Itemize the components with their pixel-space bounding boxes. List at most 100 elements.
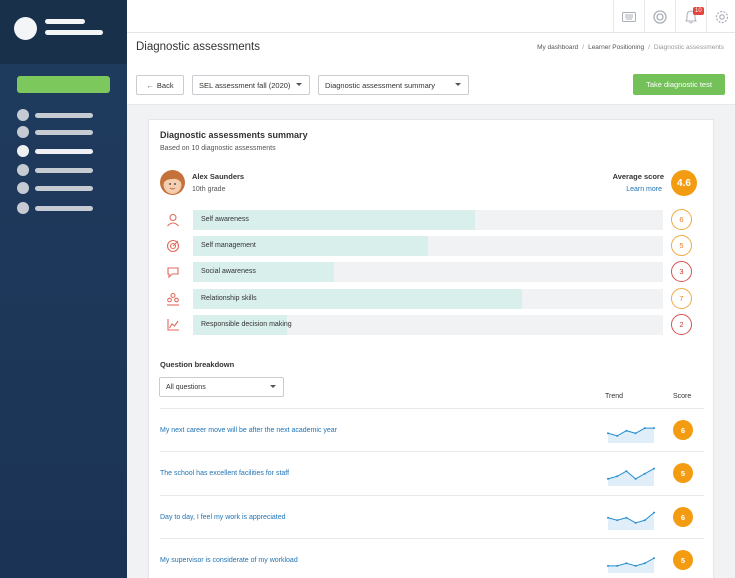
sparkline-point bbox=[653, 427, 655, 430]
question-row[interactable]: My next career move will be after the ne… bbox=[160, 408, 704, 451]
category-score: 5 bbox=[671, 235, 692, 256]
sparkline-point bbox=[616, 434, 619, 437]
page-header: Diagnostic assessments My dashboard / Lear… bbox=[127, 33, 735, 105]
question-score: 6 bbox=[673, 507, 693, 527]
category-label: Self awareness bbox=[201, 216, 249, 223]
category-row: Relationship skills 7 bbox=[160, 288, 695, 309]
category-track: Responsible decision making bbox=[193, 315, 663, 335]
summary-card: Diagnostic assessments summary Based on … bbox=[148, 119, 714, 578]
sidebar-item[interactable] bbox=[17, 202, 117, 214]
sparkline-point bbox=[625, 562, 628, 565]
assessment-select[interactable]: SEL assessment fall (2020) bbox=[192, 75, 310, 95]
category-score: 7 bbox=[671, 288, 692, 309]
sparkline-point bbox=[625, 429, 628, 432]
trend-column-header: Trend bbox=[605, 393, 624, 400]
sidebar-item[interactable] bbox=[17, 164, 117, 176]
person-icon bbox=[167, 213, 179, 227]
breadcrumb-dashboard[interactable]: My dashboard bbox=[537, 44, 578, 51]
view-select[interactable]: Diagnostic assessment summary bbox=[318, 75, 469, 95]
gear-icon[interactable] bbox=[706, 0, 735, 33]
sparkline-point bbox=[653, 467, 655, 470]
sparkline-point bbox=[634, 521, 637, 524]
category-score: 2 bbox=[671, 314, 692, 335]
notification-badge: 10 bbox=[693, 7, 704, 15]
category-row: Self awareness 6 bbox=[160, 209, 695, 230]
category-track: Self management bbox=[193, 236, 663, 256]
chevron-down-icon bbox=[455, 83, 461, 86]
category-label: Relationship skills bbox=[201, 295, 257, 302]
bell-icon[interactable]: 10 bbox=[675, 0, 706, 33]
question-link[interactable]: My supervisor is considerate of my workl… bbox=[160, 557, 298, 564]
profile-name-placeholder bbox=[45, 19, 85, 24]
learn-more-link[interactable]: Learn more bbox=[626, 186, 662, 193]
question-filter-select[interactable]: All questions bbox=[159, 377, 284, 397]
question-row[interactable]: Day to day, I feel my work is appreciate… bbox=[160, 495, 704, 538]
take-diagnostic-test-button[interactable]: Take diagnostic test bbox=[633, 74, 725, 95]
student-avatar bbox=[160, 170, 185, 195]
score-column-header: Score bbox=[673, 393, 692, 400]
trend-sparkline bbox=[607, 427, 655, 443]
trend-sparkline bbox=[607, 557, 655, 573]
sparkline-point bbox=[607, 516, 609, 519]
sparkline-point bbox=[653, 511, 655, 514]
category-row: Responsible decision making 2 bbox=[160, 314, 695, 335]
sparkline-point bbox=[643, 562, 646, 565]
trend-sparkline bbox=[607, 511, 655, 530]
category-score: 6 bbox=[671, 209, 692, 230]
sparkline-area bbox=[608, 512, 654, 530]
question-score: 6 bbox=[673, 420, 693, 440]
sparkline-point bbox=[643, 427, 646, 430]
question-link[interactable]: My next career move will be after the ne… bbox=[160, 427, 337, 434]
sparkline-point bbox=[643, 472, 646, 475]
sidebar-item-active[interactable] bbox=[17, 145, 117, 157]
sparkline-point bbox=[625, 470, 628, 473]
sidebar-item[interactable] bbox=[17, 109, 117, 121]
sparkline-point bbox=[634, 564, 637, 567]
question-row[interactable]: My supervisor is considerate of my workl… bbox=[160, 538, 704, 578]
summary-title: Diagnostic assessments summary bbox=[160, 130, 308, 140]
category-label: Self management bbox=[201, 242, 256, 249]
question-row[interactable]: The school has excellent facilities for … bbox=[160, 451, 704, 494]
sidebar-primary-button[interactable] bbox=[17, 76, 110, 93]
top-bar: 10 bbox=[127, 0, 735, 33]
category-label: Social awareness bbox=[201, 268, 256, 275]
question-link[interactable]: Day to day, I feel my work is appreciate… bbox=[160, 514, 286, 521]
breadcrumb-current: Diagnostic assessments bbox=[653, 44, 724, 51]
student-name: Alex Saunders bbox=[192, 172, 245, 181]
category-label: Responsible decision making bbox=[201, 321, 292, 328]
sparkline-point bbox=[607, 564, 609, 567]
sparkline-point bbox=[607, 432, 609, 435]
chevron-down-icon bbox=[296, 83, 302, 86]
profile-role-placeholder bbox=[45, 30, 103, 35]
question-link[interactable]: The school has excellent facilities for … bbox=[160, 470, 289, 477]
sidebar-item[interactable] bbox=[17, 182, 117, 194]
keyboard-icon[interactable] bbox=[613, 0, 644, 33]
people-icon bbox=[167, 292, 179, 306]
chat-icon bbox=[167, 267, 179, 279]
avatar[interactable] bbox=[14, 17, 37, 40]
help-icon[interactable] bbox=[644, 0, 675, 33]
category-track: Relationship skills bbox=[193, 289, 663, 309]
summary-subtitle: Based on 10 diagnostic assessments bbox=[160, 145, 276, 152]
sparkline-point bbox=[625, 516, 628, 519]
arrow-left-icon: ← bbox=[146, 80, 154, 90]
sidebar-item[interactable] bbox=[17, 126, 117, 138]
breadcrumb-learner-positioning[interactable]: Learner Positioning bbox=[588, 44, 644, 51]
average-score-label: Average score bbox=[612, 172, 664, 181]
back-button[interactable]: ← Back bbox=[136, 75, 184, 95]
category-track: Self awareness bbox=[193, 210, 663, 230]
sparkline-point bbox=[607, 477, 609, 480]
student-grade: 10th grade bbox=[192, 186, 226, 193]
sparkline-point bbox=[653, 557, 655, 560]
breadcrumb: My dashboard / Learner Positioning / Diagnos… bbox=[537, 44, 724, 51]
sparkline-point bbox=[616, 519, 619, 522]
sparkline-point bbox=[616, 564, 619, 567]
question-breakdown-title: Question breakdown bbox=[160, 360, 235, 369]
chevron-down-icon bbox=[270, 385, 276, 388]
category-score: 3 bbox=[671, 261, 692, 282]
sidebar-profile bbox=[0, 0, 127, 64]
category-row: Social awareness 3 bbox=[160, 261, 695, 282]
sparkline-point bbox=[643, 519, 646, 522]
page-title: Diagnostic assessments bbox=[136, 41, 260, 53]
sparkline-point bbox=[634, 432, 637, 435]
